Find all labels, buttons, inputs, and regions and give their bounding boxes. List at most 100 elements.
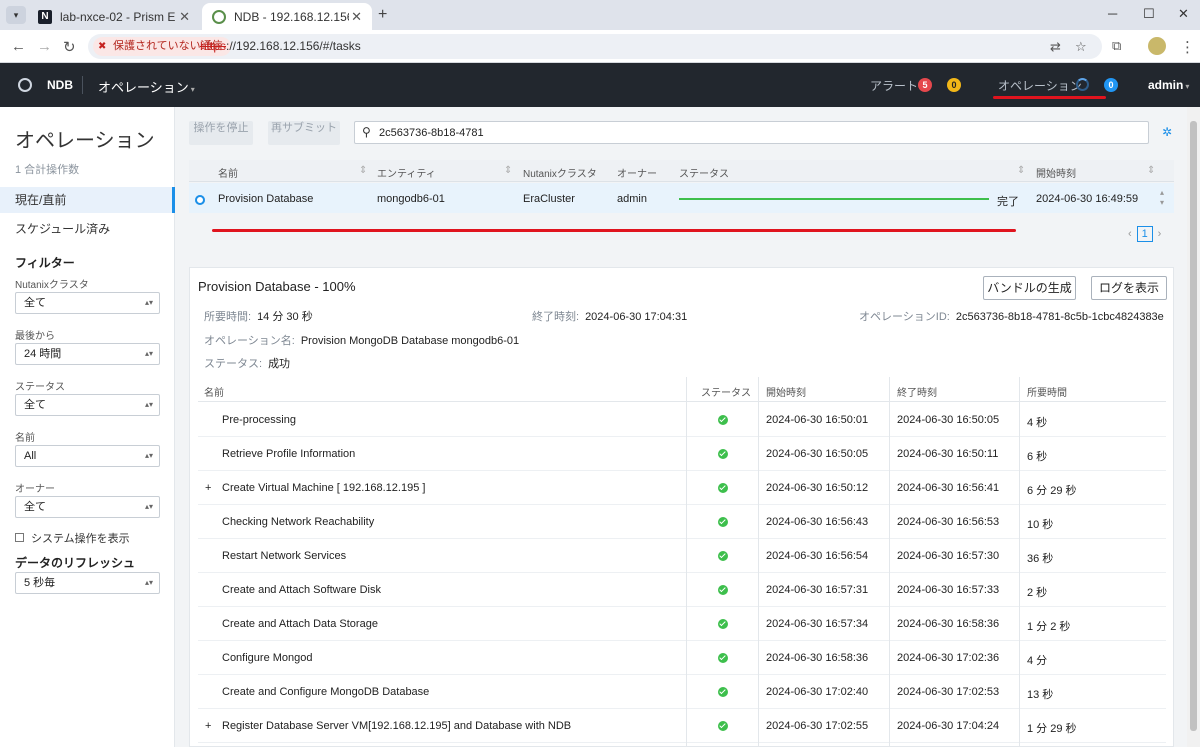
- prev-page-icon[interactable]: ‹: [1128, 228, 1132, 240]
- reload-icon[interactable]: ↻: [63, 38, 76, 56]
- step-end: 2024-06-30 16:56:41: [897, 482, 1000, 494]
- new-tab-icon[interactable]: +: [378, 6, 387, 24]
- name-filter-select[interactable]: All ▴▾: [15, 445, 160, 467]
- step-name: Configure Mongod: [222, 652, 313, 664]
- nutanix-favicon-icon: N: [38, 10, 52, 24]
- sort-icon[interactable]: ⇕: [1147, 165, 1155, 176]
- annotation-underline: [993, 96, 1106, 99]
- col-cluster[interactable]: Nutanixクラスタ: [523, 165, 597, 180]
- table-row[interactable]: Provision Database mongodb6-01 EraCluste…: [189, 183, 1174, 232]
- search-input[interactable]: ⚲ 2c563736-8b18-4781: [354, 121, 1149, 144]
- sidebar-item-scheduled[interactable]: スケジュール済み: [0, 216, 175, 242]
- minimize-icon[interactable]: ─: [1108, 6, 1117, 21]
- table-scroll-arrows-icon[interactable]: ▴ ▾: [1160, 188, 1164, 208]
- refresh-interval-select[interactable]: 5 秒毎 ▴▾: [15, 572, 160, 594]
- step-start: 2024-06-30 16:57:34: [766, 618, 869, 630]
- bookmark-star-icon[interactable]: ☆: [1075, 39, 1087, 55]
- operations-count-badge[interactable]: 0: [1104, 78, 1118, 92]
- translate-icon[interactable]: ⇄: [1050, 39, 1061, 55]
- sort-icon[interactable]: ⇕: [1017, 165, 1025, 176]
- warning-alert-badge[interactable]: 0: [947, 78, 961, 92]
- sort-icon[interactable]: ⇕: [504, 165, 512, 176]
- column-divider: [1019, 377, 1020, 747]
- step-duration: 4 分: [1027, 655, 1048, 667]
- owner-filter-select[interactable]: 全て ▴▾: [15, 496, 160, 518]
- step-row[interactable]: Restart Network Services 2024-06-30 16:56…: [198, 539, 1166, 573]
- success-check-icon: [718, 619, 728, 629]
- show-log-button[interactable]: ログを表示: [1091, 276, 1167, 300]
- time-range-select[interactable]: 24 時間 ▴▾: [15, 343, 160, 365]
- cluster-filter-select[interactable]: 全て ▴▾: [15, 292, 160, 314]
- back-icon[interactable]: ←: [11, 38, 26, 55]
- critical-alert-badge[interactable]: 5: [918, 78, 932, 92]
- extensions-icon[interactable]: ⧉: [1112, 38, 1121, 54]
- step-duration: 36 秒: [1027, 553, 1054, 565]
- col-name[interactable]: 名前: [218, 165, 238, 180]
- step-duration: 1 分 29 秒: [1027, 723, 1077, 735]
- task-owner: admin: [617, 193, 647, 205]
- close-tab-icon[interactable]: ✕: [179, 9, 190, 25]
- step-row[interactable]: Create and Attach Data Storage 2024-06-30…: [198, 607, 1166, 641]
- forward-icon[interactable]: →: [37, 38, 52, 55]
- step-duration: 4 秒: [1027, 417, 1048, 429]
- app-header: NDB オペレーション ▾ アラート 5 0 オペレーション 0 admin ▾: [0, 63, 1200, 107]
- window-close-icon[interactable]: ✕: [1178, 6, 1189, 22]
- sidebar: オペレーション 1 合計操作数 現在/直前 スケジュール済み フィルター Nut…: [0, 107, 175, 747]
- col-step-name: 名前: [204, 388, 224, 399]
- page-number[interactable]: 1: [1136, 226, 1153, 242]
- col-start[interactable]: 開始時刻: [1036, 165, 1076, 180]
- expand-icon[interactable]: +: [205, 482, 211, 494]
- col-status[interactable]: ステータス: [679, 165, 729, 180]
- task-start-time: 2024-06-30 16:49:59: [1036, 193, 1139, 205]
- stop-operation-button[interactable]: 操作を停止: [189, 121, 253, 145]
- tab-search-button[interactable]: ▾: [6, 6, 26, 24]
- col-entity[interactable]: エンティティ: [377, 165, 436, 180]
- task-cluster: EraCluster: [523, 193, 575, 205]
- sort-icon[interactable]: ⇕: [359, 165, 367, 176]
- main-nav-menu[interactable]: オペレーション ▾: [98, 77, 195, 96]
- next-page-icon[interactable]: ›: [1158, 228, 1162, 240]
- col-step-start: 開始時刻: [766, 388, 806, 399]
- step-name: Create and Attach Data Storage: [222, 618, 378, 630]
- step-end: 2024-06-30 16:57:33: [897, 584, 1000, 596]
- step-duration: 6 分 29 秒: [1027, 485, 1077, 497]
- success-check-icon: [718, 415, 728, 425]
- alerts-link[interactable]: アラート: [870, 77, 918, 94]
- step-start: 2024-06-30 16:56:54: [766, 550, 869, 562]
- filter-label: オーナー: [15, 484, 55, 495]
- url-field[interactable]: 保護されていない通信 https://192.168.12.156/#/task…: [88, 34, 1102, 59]
- row-select-radio[interactable]: [195, 195, 205, 205]
- step-row[interactable]: + Register Database Server VM[192.168.12.…: [198, 709, 1166, 743]
- step-row[interactable]: + Create Virtual Machine [ 192.168.12.195…: [198, 471, 1166, 505]
- browser-tab-ndb[interactable]: NDB - 192.168.12.156 - オペレー ✕: [202, 3, 372, 30]
- status-filter-select[interactable]: 全て ▴▾: [15, 394, 160, 416]
- step-end: 2024-06-30 16:50:11: [897, 448, 999, 460]
- resubmit-button[interactable]: 再サブミット: [268, 121, 340, 145]
- sidebar-item-current[interactable]: 現在/直前: [0, 187, 175, 213]
- step-row[interactable]: Create and Attach Software Disk 2024-06-3…: [198, 573, 1166, 607]
- select-arrows-icon: ▴▾: [144, 502, 153, 511]
- expand-icon[interactable]: +: [205, 720, 211, 732]
- page-scrollbar[interactable]: [1187, 107, 1200, 747]
- select-arrows-icon: ▴▾: [144, 349, 153, 358]
- search-value: 2c563736-8b18-4781: [379, 127, 484, 139]
- user-menu[interactable]: admin ▾: [1148, 78, 1189, 92]
- operations-link[interactable]: オペレーション: [998, 77, 1082, 94]
- task-name[interactable]: Provision Database: [218, 193, 313, 205]
- close-tab-icon[interactable]: ✕: [351, 9, 362, 25]
- step-row[interactable]: Retrieve Profile Information 2024-06-30 1…: [198, 437, 1166, 471]
- system-ops-checkbox[interactable]: [15, 533, 24, 542]
- step-row[interactable]: Checking Network Reachability 2024-06-30 …: [198, 505, 1166, 539]
- generate-bundle-button[interactable]: バンドルの生成: [983, 276, 1076, 300]
- maximize-icon[interactable]: ☐: [1143, 6, 1155, 22]
- browser-tab-prism[interactable]: N lab-nxce-02 - Prism Element ✕: [28, 3, 200, 30]
- gear-icon[interactable]: ✲: [1162, 125, 1172, 139]
- step-name: Register Database Server VM[192.168.12.1…: [222, 720, 572, 732]
- step-row[interactable]: Pre-processing 2024-06-30 16:50:01 2024-06…: [198, 403, 1166, 437]
- browser-menu-icon[interactable]: ⋮: [1180, 38, 1195, 56]
- step-row[interactable]: Create and Configure MongoDB Database 202…: [198, 675, 1166, 709]
- profile-avatar[interactable]: [1148, 37, 1166, 55]
- col-owner[interactable]: オーナー: [617, 165, 657, 180]
- step-row[interactable]: Configure Mongod 2024-06-30 16:58:36 2024-…: [198, 641, 1166, 675]
- filter-label: 名前: [15, 433, 35, 444]
